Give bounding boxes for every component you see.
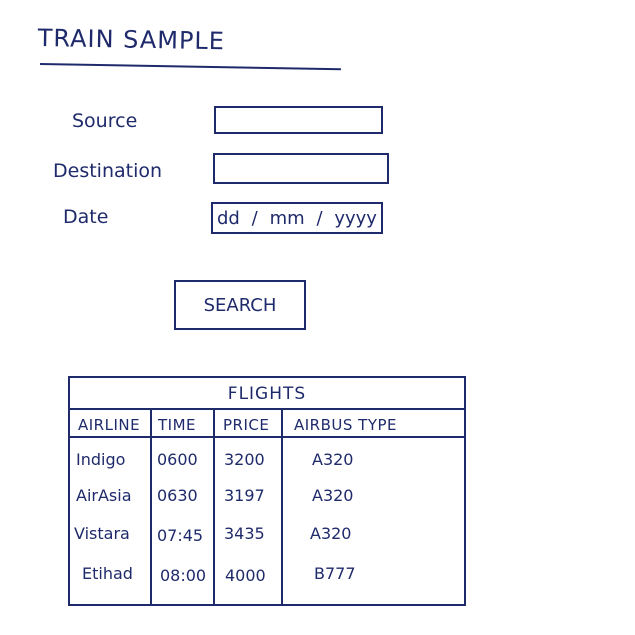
table-column-divider [150, 408, 152, 604]
table-cell-price: 3197 [224, 486, 265, 505]
title-underline [39, 63, 341, 71]
table-divider [70, 436, 464, 438]
source-label: Source [72, 110, 138, 132]
table-cell-type: A320 [312, 450, 354, 469]
table-cell-price: 4000 [225, 566, 266, 585]
date-separator: / [251, 207, 258, 229]
search-button-label: SEARCH [203, 294, 277, 316]
table-header-airbus-type: AIRBUS TYPE [294, 416, 398, 434]
date-day-placeholder: dd [217, 207, 240, 229]
table-cell-airline: Indigo [76, 450, 126, 469]
table-cell-type: A320 [310, 524, 352, 543]
table-cell-airline: Etihad [82, 564, 133, 583]
date-input[interactable]: dd / mm / yyyy [211, 202, 383, 234]
date-separator: / [316, 207, 323, 229]
table-header-time: TIME [158, 416, 197, 434]
table-cell-price: 3200 [224, 450, 265, 469]
table-divider [70, 408, 464, 410]
table-column-divider [213, 408, 215, 604]
flights-table-title: FLIGHTS [227, 384, 307, 404]
search-button[interactable]: SEARCH [174, 280, 306, 330]
table-cell-time: 0600 [157, 450, 198, 469]
table-cell-time: 07:45 [157, 526, 204, 545]
table-cell-time: 08:00 [160, 566, 207, 585]
source-input[interactable] [214, 106, 383, 134]
destination-label: Destination [53, 160, 163, 182]
table-cell-time: 0630 [157, 486, 198, 505]
table-column-divider [281, 408, 283, 604]
date-year-placeholder: yyyy [334, 207, 377, 229]
destination-input[interactable] [213, 153, 389, 184]
table-cell-price: 3435 [224, 524, 265, 543]
table-cell-type: A320 [312, 486, 354, 505]
table-header-airline: AIRLINE [78, 416, 141, 434]
date-label: Date [63, 206, 109, 228]
date-month-placeholder: mm [269, 207, 305, 229]
table-cell-airline: AirAsia [76, 486, 132, 505]
flights-table: FLIGHTS AIRLINE TIME PRICE AIRBUS TYPE I… [68, 376, 466, 606]
table-header-price: PRICE [223, 416, 270, 434]
table-cell-airline: Vistara [74, 524, 130, 543]
page-title: TRAIN SAMPLE [37, 24, 226, 56]
table-cell-type: B777 [314, 564, 356, 583]
